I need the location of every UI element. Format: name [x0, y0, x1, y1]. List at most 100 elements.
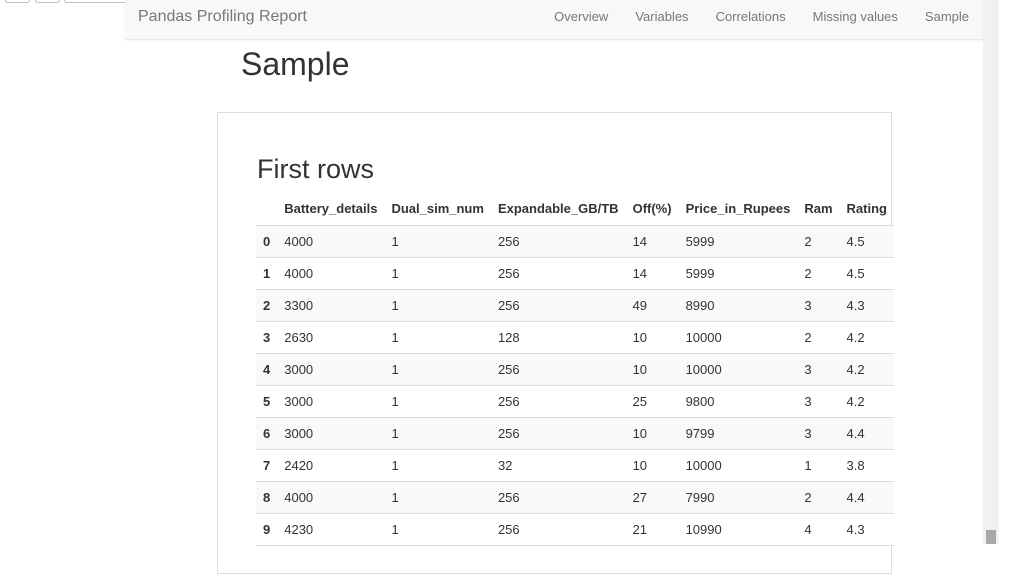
- column-header: Expandable_GB/TB: [490, 192, 626, 226]
- table-cell: 4.4: [839, 481, 894, 514]
- table-row: 9 4230 1 256 21 10990 4 4.3: [256, 513, 894, 546]
- table-cell: 32: [490, 449, 626, 482]
- table-cell: 4230: [277, 513, 385, 546]
- column-header: Off(%): [625, 192, 679, 226]
- nav-links: Overview Variables Correlations Missing …: [554, 9, 969, 24]
- table-cell: 9800: [678, 385, 798, 418]
- table-cell: 5999: [678, 225, 798, 258]
- table-cell: 3: [797, 289, 840, 322]
- row-index-cell: 1: [256, 257, 278, 290]
- table-cell: 4.3: [839, 513, 894, 546]
- table-cell: 1: [384, 225, 491, 258]
- row-index-cell: 5: [256, 385, 278, 418]
- table-row: 6 3000 1 256 10 9799 3 4.4: [256, 417, 894, 450]
- table-cell: 9799: [678, 417, 798, 450]
- table-cell: 10000: [678, 321, 798, 354]
- top-toolbar-fragment: [35, 0, 60, 3]
- table-cell: 2: [797, 225, 840, 258]
- navbar-brand[interactable]: Pandas Profiling Report: [138, 8, 307, 26]
- nav-link-variables[interactable]: Variables: [635, 9, 688, 24]
- row-index-cell: 2: [256, 289, 278, 322]
- table-cell: 4000: [277, 257, 385, 290]
- table-cell: 3.8: [839, 449, 894, 482]
- table-cell: 3: [797, 385, 840, 418]
- table-cell: 14: [625, 257, 679, 290]
- table-cell: 3300: [277, 289, 385, 322]
- table-cell: 14: [625, 225, 679, 258]
- table-cell: 4.5: [839, 257, 894, 290]
- top-toolbar-fragment: [5, 0, 30, 3]
- table-cell: 10: [625, 449, 679, 482]
- table-row: 8 4000 1 256 27 7990 2 4.4: [256, 481, 894, 514]
- table-cell: 5999: [678, 257, 798, 290]
- table-cell: 1: [384, 449, 491, 482]
- table-cell: 10: [625, 321, 679, 354]
- table-cell: 3: [797, 353, 840, 386]
- nav-link-sample[interactable]: Sample: [925, 9, 969, 24]
- table-cell: 10: [625, 417, 679, 450]
- scrollbar-thumb[interactable]: [986, 530, 996, 544]
- table-cell: 2: [797, 321, 840, 354]
- table-cell: 4: [797, 513, 840, 546]
- table-cell: 1: [384, 257, 491, 290]
- table-cell: 4000: [277, 481, 385, 514]
- table-cell: 256: [490, 481, 626, 514]
- table-header-row: Battery_details Dual_sim_num Expandable_…: [256, 192, 894, 226]
- table-cell: 4.2: [839, 385, 894, 418]
- table-cell: 4.2: [839, 353, 894, 386]
- table-cell: 49: [625, 289, 679, 322]
- table-cell: 27: [625, 481, 679, 514]
- table-cell: 128: [490, 321, 626, 354]
- table-cell: 4000: [277, 225, 385, 258]
- table-cell: 256: [490, 417, 626, 450]
- nav-link-missing-values[interactable]: Missing values: [813, 9, 898, 24]
- table-cell: 1: [384, 481, 491, 514]
- table-cell: 1: [384, 417, 491, 450]
- row-index-cell: 7: [256, 449, 278, 482]
- table-cell: 1: [384, 289, 491, 322]
- first-rows-table: Battery_details Dual_sim_num Expandable_…: [256, 192, 894, 546]
- column-header: Ram: [797, 192, 840, 226]
- table-row: 5 3000 1 256 25 9800 3 4.2: [256, 385, 894, 418]
- table-cell: 2: [797, 481, 840, 514]
- row-index-cell: 4: [256, 353, 278, 386]
- column-header: Battery_details: [277, 192, 385, 226]
- table-cell: 2: [797, 257, 840, 290]
- table-cell: 3000: [277, 385, 385, 418]
- nav-link-correlations[interactable]: Correlations: [716, 9, 786, 24]
- table-row: 0 4000 1 256 14 5999 2 4.5: [256, 225, 894, 258]
- column-header: [256, 192, 278, 226]
- table-cell: 256: [490, 353, 626, 386]
- table-cell: 1: [797, 449, 840, 482]
- table-row: 4 3000 1 256 10 10000 3 4.2: [256, 353, 894, 386]
- table-cell: 256: [490, 385, 626, 418]
- section-title: Sample: [241, 46, 350, 82]
- table-cell: 4.5: [839, 225, 894, 258]
- table-cell: 25: [625, 385, 679, 418]
- vertical-scrollbar[interactable]: [983, 0, 999, 544]
- column-header: Price_in_Rupees: [678, 192, 798, 226]
- table-row: 7 2420 1 32 10 10000 1 3.8: [256, 449, 894, 482]
- nav-link-overview[interactable]: Overview: [554, 9, 608, 24]
- table-cell: 10990: [678, 513, 798, 546]
- sample-panel: First rows Battery_details Dual_sim_num …: [217, 112, 894, 574]
- table-cell: 3000: [277, 353, 385, 386]
- row-index-cell: 9: [256, 513, 278, 546]
- table-cell: 1: [384, 513, 491, 546]
- table-cell: 4.3: [839, 289, 894, 322]
- table-cell: 7990: [678, 481, 798, 514]
- table-cell: 256: [490, 257, 626, 290]
- table-cell: 10000: [678, 449, 798, 482]
- table-cell: 8990: [678, 289, 798, 322]
- table-cell: 1: [384, 385, 491, 418]
- panel-title: First rows: [257, 154, 374, 184]
- table-cell: 3: [797, 417, 840, 450]
- table-cell: 256: [490, 225, 626, 258]
- row-index-cell: 0: [256, 225, 278, 258]
- column-header: Dual_sim_num: [384, 192, 491, 226]
- table-cell: 21: [625, 513, 679, 546]
- table-cell: 256: [490, 289, 626, 322]
- table-cell: 4.2: [839, 321, 894, 354]
- column-header: Rating: [839, 192, 894, 226]
- navbar: Pandas Profiling Report Overview Variabl…: [125, 0, 983, 40]
